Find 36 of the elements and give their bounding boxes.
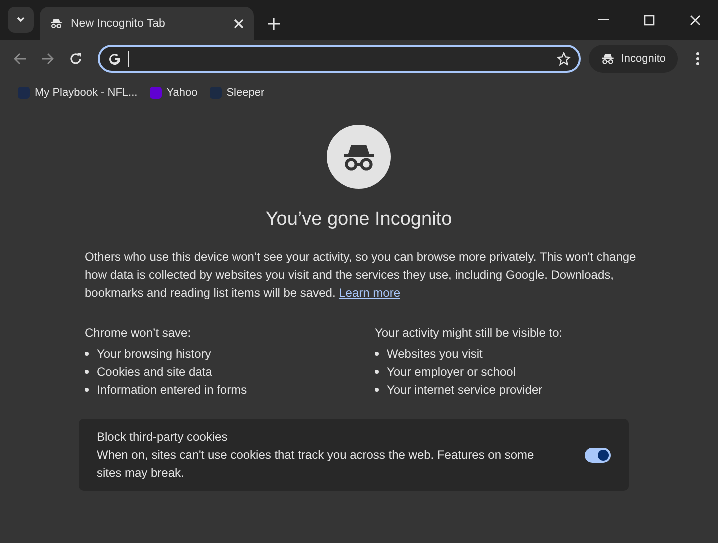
bookmark-item[interactable]: Sleeper — [210, 87, 265, 99]
tab-search-button[interactable] — [8, 7, 34, 33]
list-item: Websites you visit — [387, 346, 483, 363]
bullet-icon — [375, 370, 379, 374]
text-cursor — [128, 51, 129, 67]
list-item: Your internet service provider — [387, 382, 543, 399]
tab-title: New Incognito Tab — [71, 18, 166, 30]
column-title: Your activity might still be visible to: — [375, 325, 564, 342]
incognito-icon — [601, 52, 616, 66]
incognito-profile-button[interactable]: Incognito — [589, 45, 678, 73]
intro-paragraph: Others who use this device won’t see your activity, so you can browse more privately. This won't change how data is collected by websites you visit and the services they use, including Google. Downloads, bookmarks and reading list items will be saved. Learn more — [85, 249, 638, 302]
new-tab-icon[interactable] — [268, 18, 280, 30]
bullet-icon — [85, 370, 89, 374]
close-tab-icon[interactable] — [234, 18, 244, 28]
bookmark-item[interactable]: My Playbook - NFL... — [18, 87, 138, 99]
bookmark-star-icon[interactable] — [557, 52, 572, 66]
list-item: Information entered in forms — [97, 382, 248, 399]
card-description: When on, sites can't use cookies that track you across the web. Features on some sites may break. — [97, 447, 536, 482]
list-item: Your browsing history — [97, 346, 212, 363]
list-item: Cookies and site data — [97, 364, 212, 381]
list-item: Your employer or school — [387, 364, 516, 381]
incognito-icon — [50, 17, 63, 30]
bullet-icon — [85, 388, 89, 392]
learn-more-link[interactable]: Learn more — [339, 286, 400, 300]
chevron-down-icon — [16, 15, 26, 25]
bullet-icon — [85, 352, 89, 356]
column-title: Chrome won’t save: — [85, 325, 192, 342]
card-title: Block third-party cookies — [97, 429, 229, 446]
page-heading: You’ve gone Incognito — [266, 209, 452, 231]
bullet-icon — [375, 352, 379, 356]
browser-tab[interactable]: New Incognito Tab — [40, 7, 254, 40]
search-engine-icon — [108, 52, 122, 66]
cookie-toggle[interactable] — [585, 448, 611, 462]
bookmark-item[interactable]: Yahoo — [150, 87, 198, 99]
address-bar[interactable] — [98, 45, 582, 73]
bullet-icon — [375, 388, 379, 392]
